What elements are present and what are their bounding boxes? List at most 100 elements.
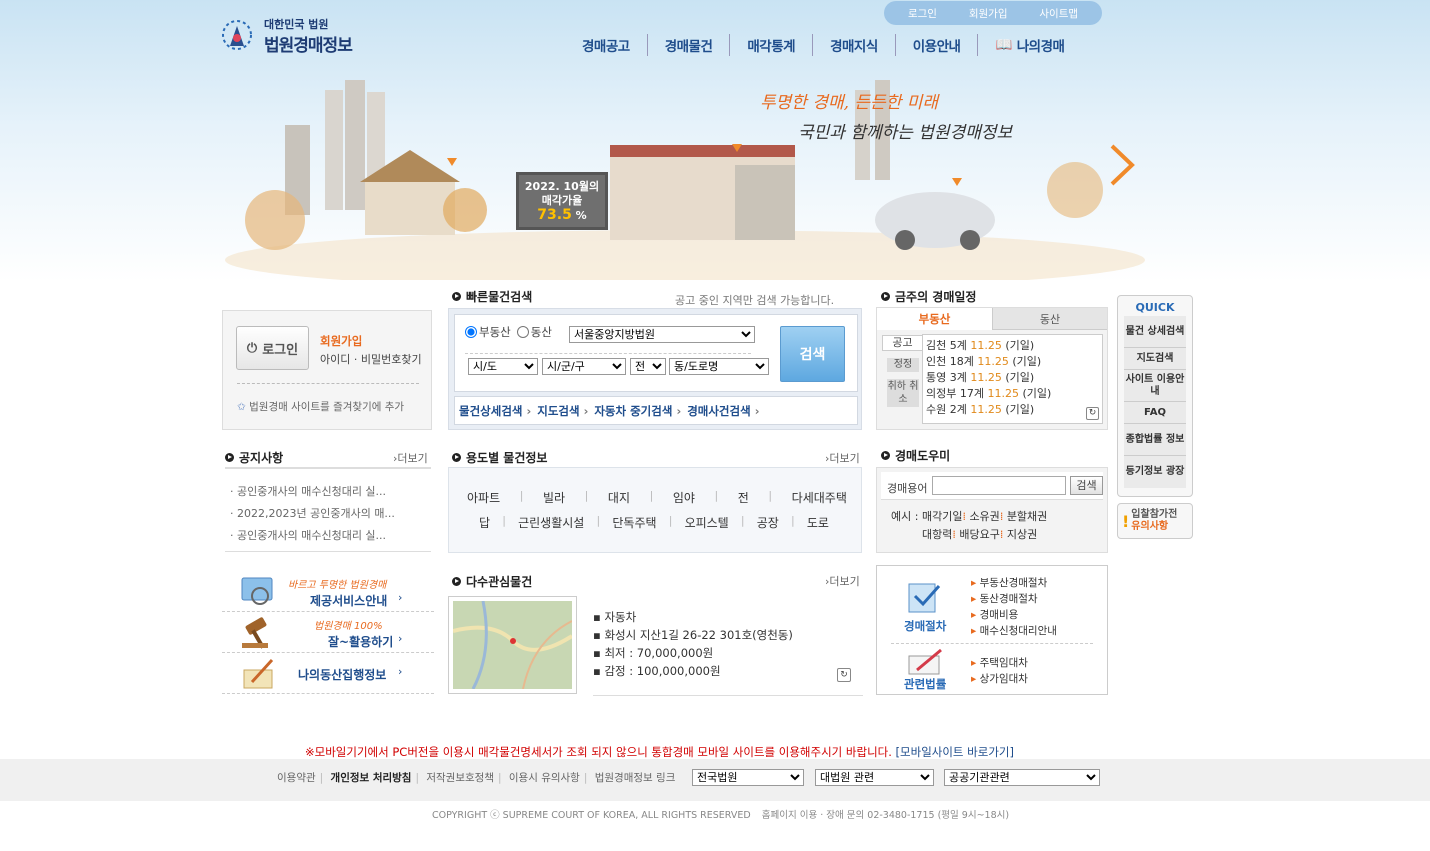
jeon-select[interactable]: 전 xyxy=(630,358,666,375)
schedule-court: 인천 18계 xyxy=(926,355,974,368)
court-link-select[interactable]: 전국법원 xyxy=(692,769,804,786)
usage-field[interactable]: 전 xyxy=(738,489,749,506)
vehicle-search-link[interactable]: 자동차 중기검색 › xyxy=(594,403,681,419)
usage-factory[interactable]: 공장 xyxy=(757,514,779,531)
nav-auction-notice[interactable]: 경매공고 xyxy=(565,34,647,56)
notice-item[interactable]: · 공인중개사의 매수신청대리 실... xyxy=(230,481,395,503)
usage-apartment[interactable]: 아파트 xyxy=(467,489,500,506)
footer-caution-link[interactable]: 이용시 유의사항 xyxy=(509,772,580,784)
notice-item[interactable]: · 공인중개사의 매수신청대리 실... xyxy=(230,525,395,547)
quick-search-note: 공고 중인 지역만 검색 가능합니다. xyxy=(675,294,835,307)
interest-more-link[interactable]: ›더보기 xyxy=(825,573,860,589)
nav-auction-items[interactable]: 경매물건 xyxy=(646,34,730,56)
schedule-row[interactable]: 수원 2계 11.25 (기일) xyxy=(926,402,1102,418)
util-sitemap-link[interactable]: 사이트맵 xyxy=(1039,6,1078,21)
procedure-proxy-link[interactable]: ▸ 매수신청대리안내 xyxy=(971,623,1057,639)
nav-my-auction[interactable]: 📖 나의경매 xyxy=(977,34,1081,56)
usage-officetel[interactable]: 오피스텔 xyxy=(685,514,729,531)
login-button[interactable]: ⏻ 로그인 xyxy=(236,326,309,370)
usage-multiplex[interactable]: 다세대주택 xyxy=(792,489,847,506)
usage-detached[interactable]: 단독주택 xyxy=(612,514,656,531)
help-term-input[interactable] xyxy=(932,476,1066,495)
dong-select[interactable]: 동/도로명 xyxy=(669,358,769,375)
term-sale-date[interactable]: 매각기일 xyxy=(922,510,962,523)
banner-next-arrow-icon[interactable] xyxy=(1108,142,1136,188)
caution-banner[interactable]: ! 입찰참가전 유의사항 xyxy=(1117,503,1193,539)
quick-detail-search[interactable]: 물건 상세검색 xyxy=(1124,316,1186,348)
footer-site-link[interactable]: 법원경매정보 링크 xyxy=(595,772,676,784)
mobile-site-link[interactable]: [모바일사이트 바로가기] xyxy=(896,745,1014,759)
notice-item[interactable]: · 2022,2023년 공인중개사의 매... xyxy=(230,503,395,525)
footer-copyright-policy-link[interactable]: 저작권보호정책 xyxy=(426,772,494,784)
usage-paddy[interactable]: 답 xyxy=(479,514,490,531)
schedule-row[interactable]: 의정부 17계 11.25 (기일) xyxy=(926,386,1102,402)
quick-map-search[interactable]: 지도검색 xyxy=(1124,348,1186,370)
sigungu-select[interactable]: 시/군/구 xyxy=(542,358,626,375)
term-surface-right[interactable]: 지상권 xyxy=(1007,528,1037,541)
schedule-row[interactable]: 통영 3계 11.25 (기일) xyxy=(926,370,1102,386)
notice-more-link[interactable]: ›더보기 xyxy=(393,450,428,466)
usage-forest[interactable]: 임야 xyxy=(673,489,695,506)
sido-select[interactable]: 시/도 xyxy=(468,358,538,375)
detail-search-link[interactable]: 물건상세검색 › xyxy=(459,403,531,419)
real-estate-radio[interactable] xyxy=(465,326,477,338)
schedule-withdraw-tab[interactable]: 취하 취소 xyxy=(887,379,919,407)
tab-movable[interactable]: 동산 xyxy=(993,308,1107,330)
movable-radio[interactable] xyxy=(516,326,529,338)
refresh-icon[interactable]: ↻ xyxy=(837,668,851,682)
case-search-link[interactable]: 경매사건검색 › xyxy=(687,403,759,419)
nav-sales-stats[interactable]: 매각통계 xyxy=(729,34,812,56)
help-search-button[interactable]: 검색 xyxy=(1070,476,1103,495)
procedure-realestate-link[interactable]: ▸ 부동산경매절차 xyxy=(971,575,1057,591)
term-divided-bond[interactable]: 분할채권 xyxy=(1007,510,1047,523)
tab-real-estate[interactable]: 부동산 xyxy=(877,308,993,330)
usage-neighborhood[interactable]: 근린생활시설 xyxy=(518,514,584,531)
footer-terms-link[interactable]: 이용약관 xyxy=(277,772,316,784)
util-login-link[interactable]: 로그인 xyxy=(908,6,937,21)
join-link[interactable]: 회원가입 xyxy=(320,333,362,349)
quick-law-info[interactable]: 종합법률 정보 xyxy=(1124,424,1186,456)
schedule-title: 금주의 경매일정 xyxy=(881,288,976,305)
usage-land[interactable]: 대지 xyxy=(608,489,630,506)
add-favorite-label: 법원경매 사이트를 즐겨찾기에 추가 xyxy=(249,401,405,413)
service-guide-banner[interactable]: 바르고 투명한 법원경매 제공서비스안내 › xyxy=(222,572,434,612)
schedule-row[interactable]: 인천 18계 11.25 (기일) xyxy=(926,354,1102,370)
term-dividend-claim[interactable]: 배당요구 xyxy=(959,528,999,541)
util-join-link[interactable]: 회원가입 xyxy=(969,6,1008,21)
refresh-icon[interactable]: ↻ xyxy=(1086,407,1099,420)
quick-faq[interactable]: FAQ xyxy=(1124,402,1186,424)
schedule-notice-tab[interactable]: 공고 xyxy=(882,335,923,351)
quick-registry[interactable]: 등기정보 광장 xyxy=(1124,456,1186,488)
term-ownership[interactable]: 소유권 xyxy=(969,510,999,523)
public-agency-select[interactable]: 공공기관관련 xyxy=(944,769,1100,786)
nav-guide[interactable]: 이용안내 xyxy=(894,34,978,56)
law-commercial-link[interactable]: ▸ 상가임대차 xyxy=(971,671,1028,687)
schedule-correction-tab[interactable]: 정정 xyxy=(887,358,919,372)
law-housing-link[interactable]: ▸ 주택임대차 xyxy=(971,655,1028,671)
procedure-cost-link[interactable]: ▸ 경매비용 xyxy=(971,607,1057,623)
map-search-link[interactable]: 지도검색 › xyxy=(537,403,588,419)
footer-privacy-link[interactable]: 개인정보 처리방침 xyxy=(331,772,412,784)
term-opposing-power[interactable]: 대항력 xyxy=(922,528,952,541)
schedule-row[interactable]: 김천 5계 11.25 (기일) xyxy=(926,338,1102,354)
interest-map-thumbnail[interactable] xyxy=(448,596,577,694)
interest-type[interactable]: ▪ 자동차 xyxy=(593,608,863,626)
supreme-court-select[interactable]: 대법원 관련 xyxy=(815,769,934,786)
schedule-date: 11.25 xyxy=(970,339,1002,352)
bullet-icon xyxy=(452,292,461,301)
usage-tips-banner[interactable]: 법원경매 100% 잘~활용하기 › xyxy=(222,613,434,653)
schedule-type: (기일) xyxy=(1005,371,1035,384)
procedure-movable-link[interactable]: ▸ 동산경매절차 xyxy=(971,591,1057,607)
site-logo[interactable]: 대한민국 법원 법원경매정보 xyxy=(218,14,368,56)
find-account-link[interactable]: 아이디 · 비밀번호찾기 xyxy=(320,351,422,367)
court-select[interactable]: 서울중앙지방법원 xyxy=(569,326,755,343)
quick-site-guide[interactable]: 사이트 이용안내 xyxy=(1124,370,1186,402)
nav-auction-knowledge[interactable]: 경매지식 xyxy=(812,34,895,56)
quick-search-button[interactable]: 검색 xyxy=(780,326,845,382)
usage-more-link[interactable]: ›더보기 xyxy=(825,450,860,466)
movable-exec-banner[interactable]: 나의동산집행정보 › xyxy=(222,654,434,694)
usage-villa[interactable]: 빌라 xyxy=(543,489,565,506)
schedule-type: (기일) xyxy=(1005,403,1035,416)
add-favorite-link[interactable]: ✩ 법원경매 사이트를 즐겨찾기에 추가 xyxy=(237,399,404,414)
usage-road[interactable]: 도로 xyxy=(807,514,829,531)
